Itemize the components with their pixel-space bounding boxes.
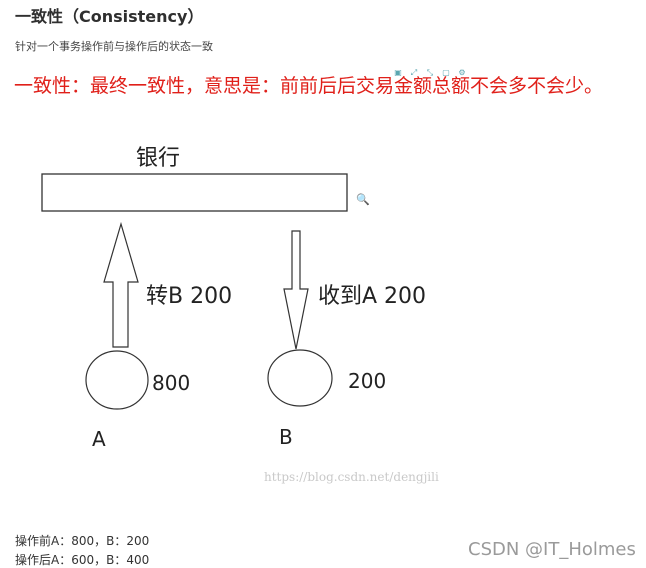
node-b-value: 200 [348,369,387,393]
node-a-circle [85,350,149,410]
receive-arrow-down [283,230,309,350]
node-a-value: 800 [152,371,191,395]
before-operation: 操作前A：800，B：200 [15,534,150,548]
transfer-arrow-up [103,221,139,348]
bank-label: 银行 [136,146,181,171]
csdn-watermark: CSDN @IT_Holmes [468,539,636,560]
bank-box [41,173,348,212]
node-b-label: B [279,425,293,449]
zoom-icon[interactable]: 🔍 [356,193,370,206]
node-a-label: A [92,427,106,451]
transfer-label: 转B 200 [146,284,233,309]
after-operation: 操作后A：600，B：400 [15,553,150,567]
receive-label: 收到A 200 [318,284,427,309]
image-url-watermark: https://blog.csdn.net/dengjili [264,470,439,484]
node-b-circle [267,349,333,407]
